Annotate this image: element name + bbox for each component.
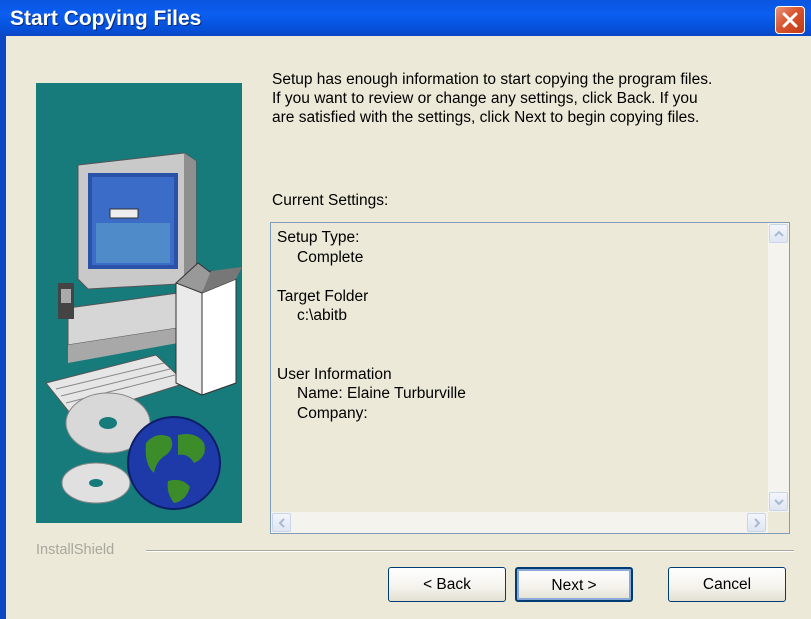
scroll-down-button[interactable] (769, 492, 788, 511)
cancel-button[interactable]: Cancel (668, 567, 786, 602)
close-icon (782, 12, 798, 28)
intro-line: Setup has enough information to start co… (272, 71, 713, 88)
company-value: Company: (297, 404, 368, 422)
target-folder-label: Target Folder (277, 287, 369, 305)
setup-illustration-panel (36, 83, 242, 523)
installshield-brand: InstallShield (36, 542, 119, 558)
intro-text: Setup has enough information to start co… (272, 70, 792, 127)
user-name-value: Name: Elaine Turburville (297, 385, 466, 402)
setup-type-label: Setup Type: (277, 229, 360, 246)
scroll-down-icon (774, 499, 784, 506)
vertical-scrollbar[interactable] (768, 223, 789, 513)
scrollbar-corner (768, 512, 789, 533)
close-button[interactable] (775, 6, 805, 34)
window-title: Start Copying Files (10, 7, 202, 30)
globe-illustration (127, 416, 221, 510)
separator-line (146, 550, 794, 552)
user-info-label: User Information (277, 365, 392, 383)
installshield-separator: InstallShield (36, 542, 796, 558)
scroll-right-button[interactable] (747, 513, 766, 532)
scroll-up-icon (774, 230, 784, 237)
intro-line: If you want to review or change any sett… (272, 90, 698, 107)
scroll-left-button[interactable] (272, 513, 291, 532)
target-folder-value: c:\abitb (297, 307, 347, 324)
next-button[interactable]: Next > (515, 567, 633, 602)
computer-illustration (45, 152, 242, 419)
scroll-up-button[interactable] (769, 224, 788, 243)
title-bar[interactable]: Start Copying Files (0, 0, 811, 36)
setup-type-value: Complete (297, 248, 364, 266)
current-settings-label: Current Settings: (272, 192, 389, 209)
horizontal-scrollbar[interactable] (271, 512, 768, 533)
intro-line: are satisfied with the settings, click N… (272, 109, 700, 126)
scroll-right-icon (754, 518, 761, 528)
settings-summary-box[interactable]: Setup Type: Complete Target Folder c:\ab… (270, 222, 790, 534)
back-button[interactable]: < Back (388, 567, 506, 602)
scroll-left-icon (278, 518, 285, 528)
dialog-content: Setup has enough information to start co… (6, 36, 811, 619)
